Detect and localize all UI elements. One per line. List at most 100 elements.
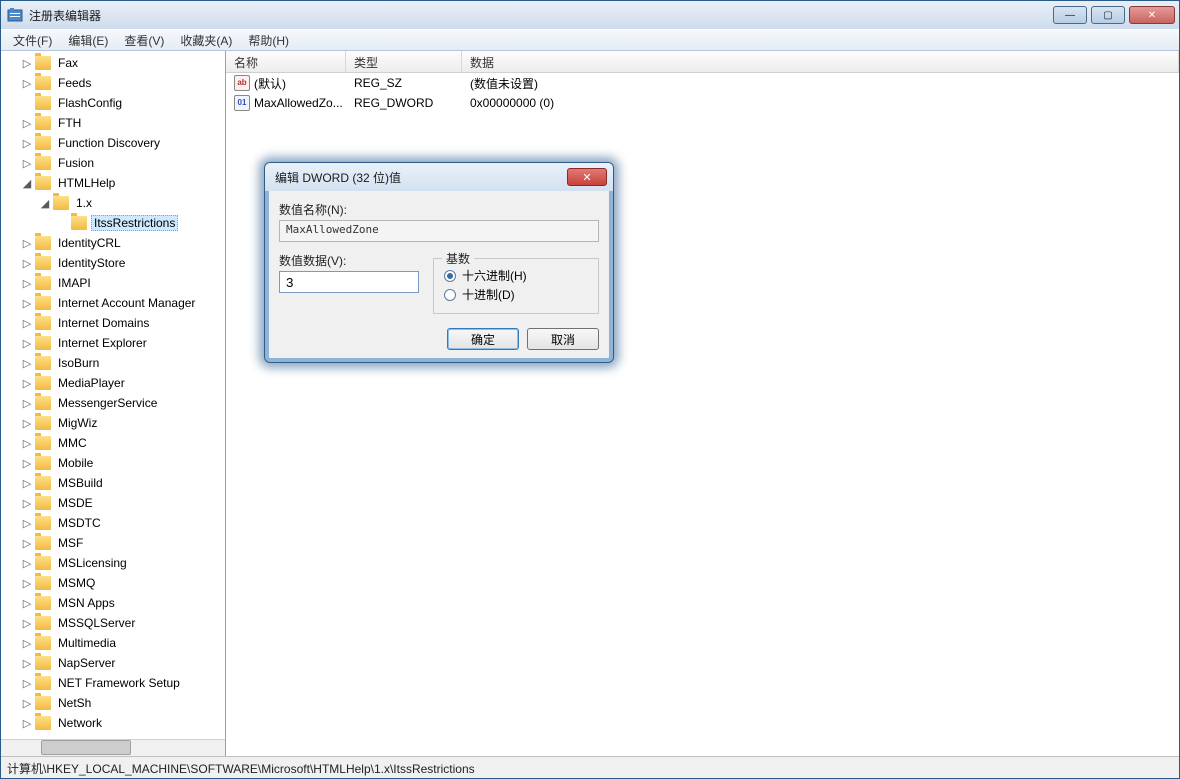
tree-item[interactable]: ▷IMAPI	[1, 273, 225, 293]
tree-item[interactable]: ▷MSF	[1, 533, 225, 553]
folder-icon	[35, 676, 51, 690]
folder-icon	[35, 116, 51, 130]
expand-icon[interactable]: ▷	[19, 437, 35, 450]
expand-icon[interactable]: ▷	[19, 497, 35, 510]
collapse-icon[interactable]: ◢	[37, 197, 53, 210]
expand-icon[interactable]: ▷	[19, 137, 35, 150]
column-header-name[interactable]: 名称	[226, 51, 346, 72]
folder-icon	[35, 316, 51, 330]
menu-edit[interactable]: 编辑(E)	[60, 30, 116, 51]
tree-item-label: ItssRestrictions	[91, 215, 178, 231]
list-row[interactable]: ab(默认)REG_SZ(数值未设置)	[226, 73, 1179, 93]
tree-item[interactable]: ▷Feeds	[1, 73, 225, 93]
tree-item[interactable]: ▷Network	[1, 713, 225, 733]
value-name-field: MaxAllowedZone	[279, 220, 599, 242]
close-button[interactable]: ✕	[1129, 6, 1175, 24]
tree-item[interactable]: FlashConfig	[1, 93, 225, 113]
tree-item[interactable]: ▷Mobile	[1, 453, 225, 473]
tree-item[interactable]: ▷IsoBurn	[1, 353, 225, 373]
expand-icon[interactable]: ▷	[19, 77, 35, 90]
tree-item[interactable]: ▷FTH	[1, 113, 225, 133]
expand-icon[interactable]: ▷	[19, 597, 35, 610]
tree-item[interactable]: ▷Multimedia	[1, 633, 225, 653]
dialog-close-button[interactable]: ✕	[567, 168, 607, 186]
tree-item[interactable]: ▷NET Framework Setup	[1, 673, 225, 693]
tree-item-label: Internet Explorer	[55, 335, 150, 351]
expand-icon[interactable]: ▷	[19, 317, 35, 330]
tree-item[interactable]: ▷MMC	[1, 433, 225, 453]
expand-icon[interactable]: ▷	[19, 337, 35, 350]
expand-icon[interactable]: ▷	[19, 617, 35, 630]
tree-item[interactable]: ▷NetSh	[1, 693, 225, 713]
expand-icon[interactable]: ▷	[19, 57, 35, 70]
expand-icon[interactable]: ▷	[19, 477, 35, 490]
radio-dec[interactable]: 十进制(D)	[444, 286, 588, 303]
expand-icon[interactable]: ▷	[19, 537, 35, 550]
menu-favorites[interactable]: 收藏夹(A)	[172, 30, 240, 51]
expand-icon[interactable]: ▷	[19, 397, 35, 410]
folder-icon	[35, 496, 51, 510]
expand-icon[interactable]: ▷	[19, 277, 35, 290]
tree-item[interactable]: ◢1.x	[1, 193, 225, 213]
titlebar[interactable]: 注册表编辑器 — ▢ ✕	[1, 1, 1179, 29]
expand-icon[interactable]: ▷	[19, 557, 35, 570]
expand-icon[interactable]: ▷	[19, 237, 35, 250]
expand-icon[interactable]: ▷	[19, 297, 35, 310]
tree-item[interactable]: ▷MediaPlayer	[1, 373, 225, 393]
collapse-icon[interactable]: ◢	[19, 177, 35, 190]
expand-icon[interactable]: ▷	[19, 257, 35, 270]
tree-item[interactable]: ItssRestrictions	[1, 213, 225, 233]
tree-item[interactable]: ▷Internet Account Manager	[1, 293, 225, 313]
expand-icon[interactable]: ▷	[19, 637, 35, 650]
tree-item[interactable]: ▷Fusion	[1, 153, 225, 173]
tree-item[interactable]: ▷Internet Domains	[1, 313, 225, 333]
tree-item[interactable]: ▷IdentityStore	[1, 253, 225, 273]
tree-item[interactable]: ▷IdentityCRL	[1, 233, 225, 253]
tree-item[interactable]: ▷Fax	[1, 53, 225, 73]
ok-button[interactable]: 确定	[447, 328, 519, 350]
tree-item-label: HTMLHelp	[55, 175, 118, 191]
tree-item[interactable]: ▷MessengerService	[1, 393, 225, 413]
horizontal-scrollbar[interactable]	[1, 739, 225, 756]
list-row[interactable]: 01MaxAllowedZo...REG_DWORD0x00000000 (0)	[226, 93, 1179, 113]
menu-view[interactable]: 查看(V)	[116, 30, 172, 51]
radio-hex[interactable]: 十六进制(H)	[444, 267, 588, 284]
minimize-button[interactable]: —	[1053, 6, 1087, 24]
expand-icon[interactable]: ▷	[19, 377, 35, 390]
tree-item[interactable]: ▷MSBuild	[1, 473, 225, 493]
expand-icon[interactable]: ▷	[19, 657, 35, 670]
tree-item[interactable]: ▷MigWiz	[1, 413, 225, 433]
column-header-type[interactable]: 类型	[346, 51, 462, 72]
expand-icon[interactable]: ▷	[19, 717, 35, 730]
expand-icon[interactable]: ▷	[19, 417, 35, 430]
radio-dec-label: 十进制(D)	[462, 286, 515, 303]
expand-icon[interactable]: ▷	[19, 117, 35, 130]
tree-item[interactable]: ▷MSSQLServer	[1, 613, 225, 633]
expand-icon[interactable]: ▷	[19, 517, 35, 530]
menu-file[interactable]: 文件(F)	[5, 30, 60, 51]
column-header-data[interactable]: 数据	[462, 51, 1179, 72]
expand-icon[interactable]: ▷	[19, 677, 35, 690]
tree-item[interactable]: ▷ Internet Explorer	[1, 333, 225, 353]
expand-icon[interactable]: ▷	[19, 357, 35, 370]
maximize-button[interactable]: ▢	[1091, 6, 1125, 24]
tree-item[interactable]: ▷MSMQ	[1, 573, 225, 593]
reg-string-icon: ab	[234, 75, 250, 91]
tree-item[interactable]: ▷MSN Apps	[1, 593, 225, 613]
expand-icon[interactable]: ▷	[19, 457, 35, 470]
menu-help[interactable]: 帮助(H)	[240, 30, 297, 51]
tree-item[interactable]: ▷MSLicensing	[1, 553, 225, 573]
tree-item[interactable]: ▷MSDE	[1, 493, 225, 513]
expand-icon[interactable]: ▷	[19, 577, 35, 590]
value-type: REG_SZ	[346, 76, 462, 90]
value-data-input[interactable]	[279, 271, 419, 293]
tree-item[interactable]: ◢ HTMLHelp	[1, 173, 225, 193]
tree-item[interactable]: ▷Function Discovery	[1, 133, 225, 153]
expand-icon[interactable]: ▷	[19, 697, 35, 710]
expand-icon[interactable]: ▷	[19, 157, 35, 170]
dialog-titlebar[interactable]: 编辑 DWORD (32 位)值 ✕	[265, 163, 613, 191]
scrollbar-thumb[interactable]	[41, 740, 131, 755]
tree-item[interactable]: ▷MSDTC	[1, 513, 225, 533]
tree-item[interactable]: ▷NapServer	[1, 653, 225, 673]
cancel-button[interactable]: 取消	[527, 328, 599, 350]
